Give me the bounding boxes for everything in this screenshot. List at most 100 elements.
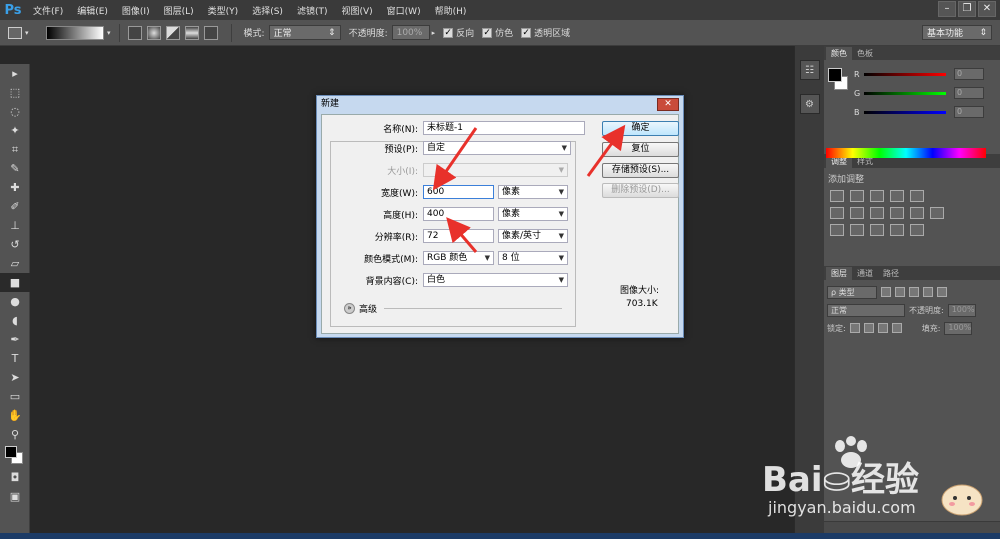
workspace-select[interactable]: 基本功能 ⇕ <box>922 25 992 40</box>
height-input[interactable]: 400 <box>423 207 494 221</box>
history-brush-tool-icon[interactable]: ↺ <box>0 235 30 254</box>
menu-image[interactable]: 图像(I) <box>115 4 157 17</box>
advanced-toggle-row[interactable]: » 高级 <box>344 302 377 315</box>
menu-window[interactable]: 窗口(W) <box>380 4 428 17</box>
exposure-icon[interactable] <box>890 190 904 202</box>
layer-filter-select[interactable]: ρ 类型 <box>827 285 877 299</box>
move-tool-icon[interactable]: ▸ <box>0 64 30 83</box>
save-preset-button[interactable]: 存储预设(S)... <box>602 163 679 178</box>
reflected-gradient-icon[interactable] <box>184 25 199 40</box>
menu-layer[interactable]: 图层(L) <box>157 4 201 17</box>
lock-transparent-icon[interactable] <box>849 323 860 333</box>
bit-depth-select[interactable]: 8 位 ▼ <box>498 251 568 265</box>
lasso-tool-icon[interactable]: ◌ <box>0 102 30 121</box>
healing-brush-tool-icon[interactable]: ✚ <box>0 178 30 197</box>
hue-saturation-icon[interactable] <box>830 207 844 219</box>
color-spectrum[interactable] <box>826 148 986 158</box>
magic-wand-tool-icon[interactable]: ✦ <box>0 121 30 140</box>
brightness-icon[interactable] <box>830 190 844 202</box>
radial-gradient-icon[interactable] <box>146 25 161 40</box>
preset-select[interactable]: 自定 ▼ <box>423 141 571 155</box>
color-mode-select[interactable]: RGB 颜色 ▼ <box>423 251 494 265</box>
close-window-button[interactable]: ✕ <box>978 1 996 17</box>
history-panel-icon[interactable]: ☷ <box>799 60 820 80</box>
angle-gradient-icon[interactable] <box>165 25 180 40</box>
width-input[interactable]: 600 <box>423 185 494 199</box>
hand-tool-icon[interactable]: ✋ <box>0 406 30 425</box>
tab-layers[interactable]: 图层 <box>826 267 852 280</box>
adjustment-filter-icon[interactable] <box>895 287 905 297</box>
channel-mixer-icon[interactable] <box>910 207 924 219</box>
resolution-input[interactable]: 72 <box>423 229 494 243</box>
vibrance-icon[interactable] <box>910 190 924 202</box>
marquee-tool-icon[interactable]: ⬚ <box>0 83 30 102</box>
resolution-unit-select[interactable]: 像素/英寸 ▼ <box>498 229 568 243</box>
levels-icon[interactable] <box>850 190 864 202</box>
menu-help[interactable]: 帮助(H) <box>428 4 474 17</box>
color-lookup-icon[interactable] <box>930 207 944 219</box>
restore-button[interactable]: ❐ <box>958 1 976 17</box>
posterize-icon[interactable] <box>850 224 864 236</box>
pen-tool-icon[interactable]: ✒ <box>0 330 30 349</box>
chevron-right-icon[interactable]: ▸ <box>432 29 436 37</box>
blue-slider[interactable]: B 0 <box>854 106 994 118</box>
shape-filter-icon[interactable] <box>923 287 933 297</box>
blur-tool-icon[interactable]: ● <box>0 292 30 311</box>
type-tool-icon[interactable]: T <box>0 349 30 368</box>
panel-foreground-swatch[interactable] <box>828 68 842 82</box>
threshold-icon[interactable] <box>870 224 884 236</box>
red-value[interactable]: 0 <box>954 68 984 80</box>
background-select[interactable]: 白色 ▼ <box>423 273 568 287</box>
photo-filter-icon[interactable] <box>890 207 904 219</box>
gradient-picker[interactable] <box>46 25 104 40</box>
double-chevron-down-icon[interactable]: » <box>344 303 355 314</box>
tab-paths[interactable]: 路径 <box>878 267 904 280</box>
tab-color[interactable]: 颜色 <box>826 47 852 60</box>
lock-position-icon[interactable] <box>877 323 888 333</box>
lock-all-icon[interactable] <box>891 323 902 333</box>
lock-image-icon[interactable] <box>863 323 874 333</box>
crop-tool-icon[interactable]: ⌗ <box>0 140 30 159</box>
dialog-title-bar[interactable]: 新建 ✕ <box>317 96 683 113</box>
selective-color-icon[interactable] <box>910 224 924 236</box>
menu-type[interactable]: 类型(Y) <box>201 4 246 17</box>
menu-file[interactable]: 文件(F) <box>26 4 70 17</box>
properties-panel-icon[interactable]: ⚙ <box>799 94 820 114</box>
height-unit-select[interactable]: 像素 ▼ <box>498 207 568 221</box>
color-swatches[interactable] <box>0 444 30 468</box>
path-selection-tool-icon[interactable]: ➤ <box>0 368 30 387</box>
menu-edit[interactable]: 编辑(E) <box>70 4 115 17</box>
red-track[interactable] <box>864 72 946 76</box>
clone-stamp-tool-icon[interactable]: ⊥ <box>0 216 30 235</box>
blue-value[interactable]: 0 <box>954 106 984 118</box>
brush-tool-icon[interactable]: ✐ <box>0 197 30 216</box>
tab-channels[interactable]: 通道 <box>852 267 878 280</box>
type-filter-icon[interactable] <box>909 287 919 297</box>
transparency-checkbox[interactable]: ✓ 透明区域 <box>521 26 570 39</box>
green-slider[interactable]: G 0 <box>854 87 994 99</box>
width-unit-select[interactable]: 像素 ▼ <box>498 185 568 199</box>
quick-mask-icon[interactable]: ◘ <box>0 468 30 487</box>
red-slider[interactable]: R 0 <box>854 68 994 80</box>
menu-view[interactable]: 视图(V) <box>334 4 379 17</box>
menu-select[interactable]: 选择(S) <box>245 4 290 17</box>
ok-button[interactable]: 确定 <box>602 121 679 136</box>
blue-track[interactable] <box>864 110 946 114</box>
foreground-color-swatch[interactable] <box>5 446 17 458</box>
green-track[interactable] <box>864 91 946 95</box>
dither-checkbox[interactable]: ✓ 仿色 <box>482 26 513 39</box>
dialog-close-button[interactable]: ✕ <box>657 98 679 111</box>
smart-filter-icon[interactable] <box>937 287 947 297</box>
invert-icon[interactable] <box>830 224 844 236</box>
tool-preset-picker[interactable]: ▾ <box>8 24 36 42</box>
eraser-tool-icon[interactable]: ▱ <box>0 254 30 273</box>
menu-filter[interactable]: 滤镜(T) <box>290 4 335 17</box>
minimize-button[interactable]: – <box>938 1 956 17</box>
opacity-input[interactable]: 100% <box>391 25 430 40</box>
dodge-tool-icon[interactable]: ◖ <box>0 311 30 330</box>
screen-mode-icon[interactable]: ▣ <box>0 487 30 506</box>
eyedropper-tool-icon[interactable]: ✎ <box>0 159 30 178</box>
reverse-checkbox[interactable]: ✓ 反向 <box>443 26 474 39</box>
gradient-tool-icon[interactable]: ■ <box>0 273 30 292</box>
tab-swatches[interactable]: 色板 <box>852 47 878 60</box>
